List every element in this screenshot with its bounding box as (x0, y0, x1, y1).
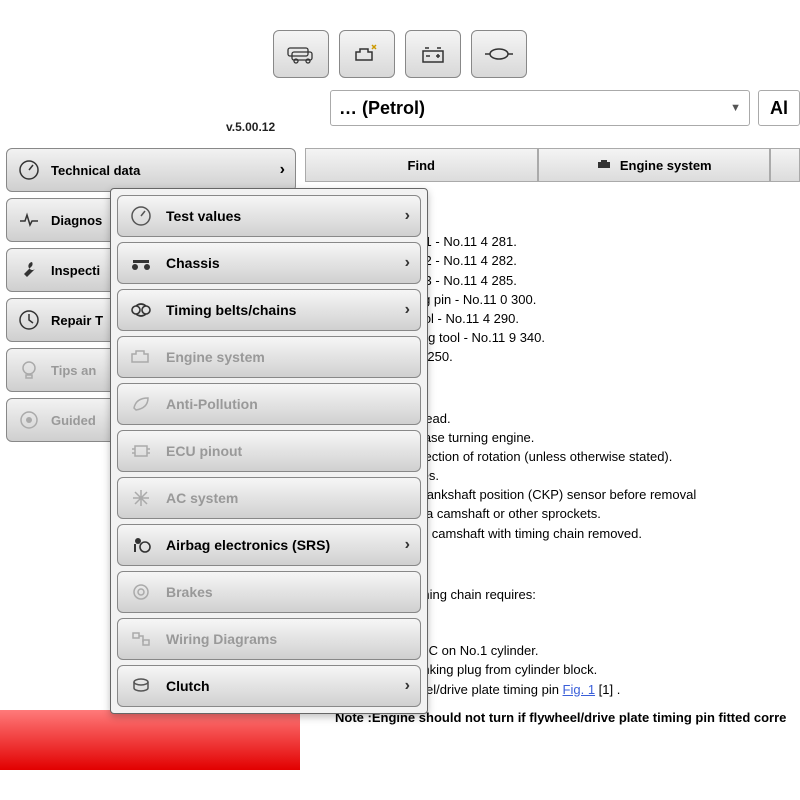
submenu-chassis[interactable]: Chassis › (117, 242, 421, 284)
toolbar-exhaust-icon[interactable] (471, 30, 527, 78)
gauge-icon (128, 203, 154, 229)
engine-icon (596, 157, 614, 174)
right-select[interactable]: Al (758, 90, 800, 126)
leaf-icon (128, 391, 154, 417)
chevron-down-icon: ▼ (730, 102, 741, 114)
sidebar-technical-data[interactable]: Technical data › (6, 148, 296, 192)
wiring-icon (128, 626, 154, 652)
chassis-icon (128, 250, 154, 276)
belt-icon (128, 297, 154, 323)
guided-icon (17, 408, 41, 432)
toolbar-engine-icon[interactable] (339, 30, 395, 78)
submenu-ecu-pinout[interactable]: ECU pinout (117, 430, 421, 472)
submenu-wiring[interactable]: Wiring Diagrams (117, 618, 421, 660)
pulse-icon (17, 208, 41, 232)
submenu-anti-pollution[interactable]: Anti-Pollution (117, 383, 421, 425)
chip-icon (128, 438, 154, 464)
red-block (0, 710, 300, 770)
toolbar-vehicle-icon[interactable] (273, 30, 329, 78)
tab-find[interactable]: Find (305, 148, 538, 182)
submenu-timing-belts[interactable]: Timing belts/chains › (117, 289, 421, 331)
toolbar-battery-icon[interactable] (405, 30, 461, 78)
vehicle-select[interactable]: … (Petrol) ▼ (330, 90, 750, 126)
vehicle-select-label: … (Petrol) (339, 98, 425, 119)
submenu-clutch[interactable]: Clutch › (117, 665, 421, 707)
airbag-icon (128, 532, 154, 558)
submenu-airbag[interactable]: Airbag electronics (SRS) › (117, 524, 421, 566)
submenu-engine-system[interactable]: Engine system (117, 336, 421, 378)
technical-data-submenu: Test values › Chassis › Timing belts/cha… (110, 188, 428, 714)
fig-link[interactable]: Fig. 1 (563, 682, 596, 697)
chevron-right-icon: › (405, 536, 410, 554)
chevron-right-icon: › (280, 161, 285, 179)
chevron-right-icon: › (405, 207, 410, 225)
version-label: v.5.00.12 (226, 120, 275, 134)
chevron-right-icon: › (405, 301, 410, 319)
tab-extra[interactable] (770, 148, 800, 182)
snowflake-icon (128, 485, 154, 511)
submenu-ac-system[interactable]: AC system (117, 477, 421, 519)
gauge-icon (17, 158, 41, 182)
engine-icon (128, 344, 154, 370)
chevron-right-icon: › (405, 254, 410, 272)
submenu-test-values[interactable]: Test values › (117, 195, 421, 237)
tab-engine-system[interactable]: Engine system (538, 148, 771, 182)
chevron-right-icon: › (405, 677, 410, 695)
submenu-brakes[interactable]: Brakes (117, 571, 421, 613)
wrench-icon (17, 258, 41, 282)
clock-icon (17, 308, 41, 332)
brake-icon (128, 579, 154, 605)
clutch-icon (128, 673, 154, 699)
bulb-icon (17, 358, 41, 382)
